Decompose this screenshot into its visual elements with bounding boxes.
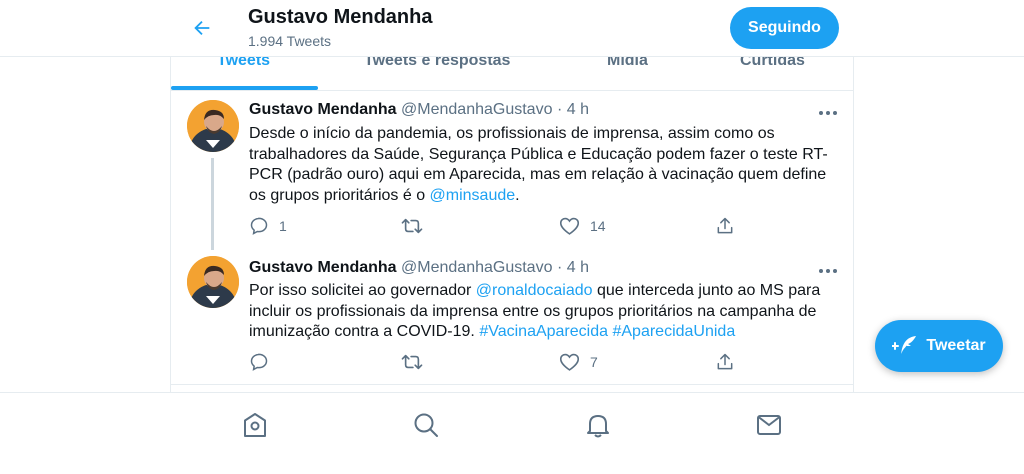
like-button[interactable]: 7 (559, 352, 598, 372)
search-icon (414, 413, 438, 437)
separator-dot: · (556, 101, 563, 118)
tweet-text-part: . (515, 186, 520, 204)
retweet-icon (401, 354, 423, 370)
tweet-divider (171, 384, 853, 385)
share-button[interactable] (715, 352, 735, 372)
share-button[interactable] (715, 216, 735, 236)
nav-home[interactable] (235, 405, 275, 445)
tweet-text: Desde o início da pandemia, os profissio… (249, 124, 829, 206)
profile-name: Gustavo Mendanha (248, 6, 433, 28)
mention-link[interactable]: @ronaldocaiado (476, 282, 593, 299)
feather-plus-icon (892, 336, 917, 356)
like-button[interactable]: 14 (559, 216, 606, 236)
separator-dot: · (556, 259, 563, 276)
mail-icon (757, 415, 781, 435)
author-handle[interactable]: @MendanhaGustavo (401, 259, 552, 276)
tweet-text-part: Por isso solicitei ao governador (249, 282, 476, 299)
profile-header: Gustavo Mendanha 1.994 Tweets Seguindo (0, 0, 1024, 57)
avatar-photo (187, 256, 239, 308)
compose-tweet-button[interactable]: Tweetar (875, 320, 1003, 372)
heart-icon (559, 217, 580, 235)
author-name[interactable]: Gustavo Mendanha (249, 101, 397, 118)
tweet-time[interactable]: 4 h (567, 259, 589, 276)
author-name[interactable]: Gustavo Mendanha (249, 259, 397, 276)
more-horizontal-icon (819, 269, 837, 273)
hashtag-link[interactable]: #VacinaAparecida (479, 323, 608, 340)
nav-search[interactable] (406, 405, 446, 445)
tweet-count: 1.994 Tweets (248, 33, 332, 49)
reply-icon (250, 217, 268, 235)
reply-button[interactable] (249, 352, 279, 372)
following-button[interactable]: Seguindo (730, 7, 839, 49)
mention-link[interactable]: @minsaude (430, 187, 516, 204)
share-icon (717, 353, 733, 370)
more-button[interactable] (818, 103, 842, 123)
like-count: 14 (590, 218, 606, 234)
reply-button[interactable]: 1 (249, 216, 287, 236)
tweet-header: Gustavo Mendanha @MendanhaGustavo · 4 h (249, 101, 589, 119)
bottom-navigation (0, 392, 1024, 474)
tweet[interactable]: Gustavo Mendanha @MendanhaGustavo · 4 h … (171, 246, 853, 384)
retweet-button[interactable] (401, 352, 433, 372)
avatar-photo (187, 100, 239, 152)
heart-icon (559, 353, 580, 371)
compose-tweet-label: Tweetar (926, 337, 986, 354)
more-button[interactable] (818, 261, 842, 281)
avatar[interactable] (187, 256, 239, 308)
tweet-text: Por isso solicitei ao governador @ronald… (249, 281, 829, 343)
bell-icon (587, 415, 609, 438)
tweet-header: Gustavo Mendanha @MendanhaGustavo · 4 h (249, 259, 589, 277)
tweet[interactable]: Gustavo Mendanha @MendanhaGustavo · 4 h … (171, 90, 853, 250)
tweet-text-part: Desde o início da pandemia, os profissio… (249, 125, 828, 204)
share-icon (717, 217, 733, 234)
tweet-time[interactable]: 4 h (567, 101, 589, 118)
home-icon (244, 413, 266, 437)
retweet-button[interactable] (401, 216, 433, 236)
author-handle[interactable]: @MendanhaGustavo (401, 101, 552, 118)
retweet-icon (401, 218, 423, 234)
more-horizontal-icon (819, 111, 837, 115)
arrow-left-icon (194, 20, 210, 36)
reply-icon (250, 353, 268, 371)
back-button[interactable] (184, 10, 220, 46)
avatar[interactable] (187, 100, 239, 152)
reply-count: 1 (279, 218, 287, 234)
nav-notifications[interactable] (578, 405, 618, 445)
nav-messages[interactable] (749, 405, 789, 445)
like-count: 7 (590, 354, 598, 370)
hashtag-link[interactable]: #AparecidaUnida (612, 323, 735, 340)
